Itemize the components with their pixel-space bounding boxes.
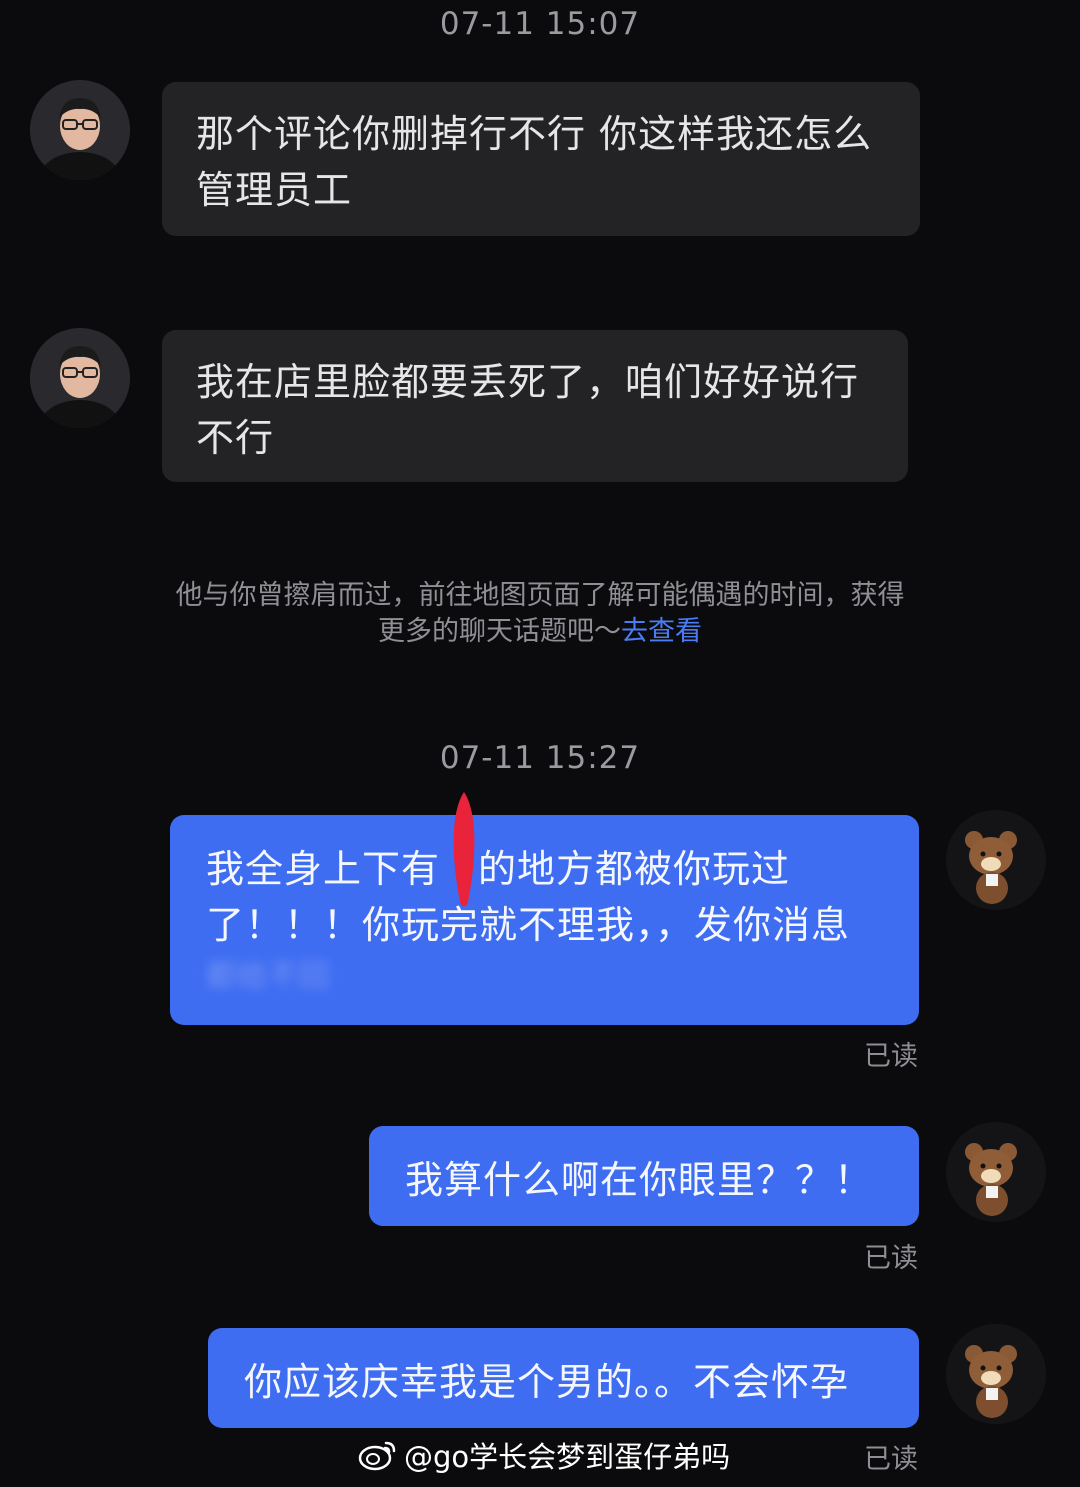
encounter-tip: 他与你曾擦肩而过，前往地图页面了解可能偶遇的时间，获得 更多的聊天话题吧～去查看 xyxy=(110,578,970,650)
message-text: 那个评论你删掉行不行 你这样我还怎么 xyxy=(196,112,873,156)
message-text: 我算什么啊在你眼里？？！ xyxy=(405,1158,874,1202)
view-map-link[interactable]: 去查看 xyxy=(621,616,702,647)
incoming-message-bubble[interactable]: 那个评论你删掉行不行 你这样我还怎么 管理员工 xyxy=(162,82,920,236)
read-status: 已读 xyxy=(864,1041,918,1072)
watermark-text: @go学长会梦到蛋仔弟吗 xyxy=(404,1440,731,1474)
tip-text: 更多的聊天话题吧～ xyxy=(378,616,621,647)
contact-avatar[interactable] xyxy=(30,328,130,428)
tip-text: 他与你曾擦肩而过，前往地图页面了解可能偶遇的时间，获得 xyxy=(175,580,905,611)
weibo-logo-icon xyxy=(358,1441,396,1471)
message-text: 你应该庆幸我是个男的。。不会怀孕 xyxy=(244,1360,850,1404)
read-status: 已读 xyxy=(864,1243,918,1274)
read-status: 已读 xyxy=(864,1444,918,1475)
message-text: 不行 xyxy=(196,416,275,460)
timestamp: 07-11 15:27 xyxy=(439,740,641,776)
blurred-text: 都给不回 xyxy=(206,959,330,994)
timestamp: 07-11 15:07 xyxy=(439,6,641,42)
my-avatar[interactable] xyxy=(946,1324,1046,1424)
outgoing-message-bubble[interactable]: 我算什么啊在你眼里？？！ xyxy=(369,1126,919,1226)
outgoing-message-bubble[interactable]: 我全身上下有 的地方都被你玩过 了！！！你玩完就不理我，，发你消息 都给不回 xyxy=(170,815,919,1025)
weibo-watermark: @go学长会梦到蛋仔弟吗 xyxy=(358,1434,730,1476)
red-censor-mark xyxy=(453,792,475,907)
outgoing-message-bubble[interactable]: 你应该庆幸我是个男的。。不会怀孕 xyxy=(208,1328,919,1428)
message-text: 我全身上下有 的地方都被你玩过 xyxy=(206,847,791,891)
my-avatar[interactable] xyxy=(946,1122,1046,1222)
my-avatar[interactable] xyxy=(946,810,1046,910)
message-text: 了！！！你玩完就不理我，，发你消息 xyxy=(206,903,851,947)
incoming-message-bubble[interactable]: 我在店里脸都要丢死了，咱们好好说行 不行 xyxy=(162,330,908,482)
message-text: 我在店里脸都要丢死了，咱们好好说行 xyxy=(196,360,860,404)
contact-avatar[interactable] xyxy=(30,80,130,180)
message-text: 管理员工 xyxy=(196,168,353,212)
